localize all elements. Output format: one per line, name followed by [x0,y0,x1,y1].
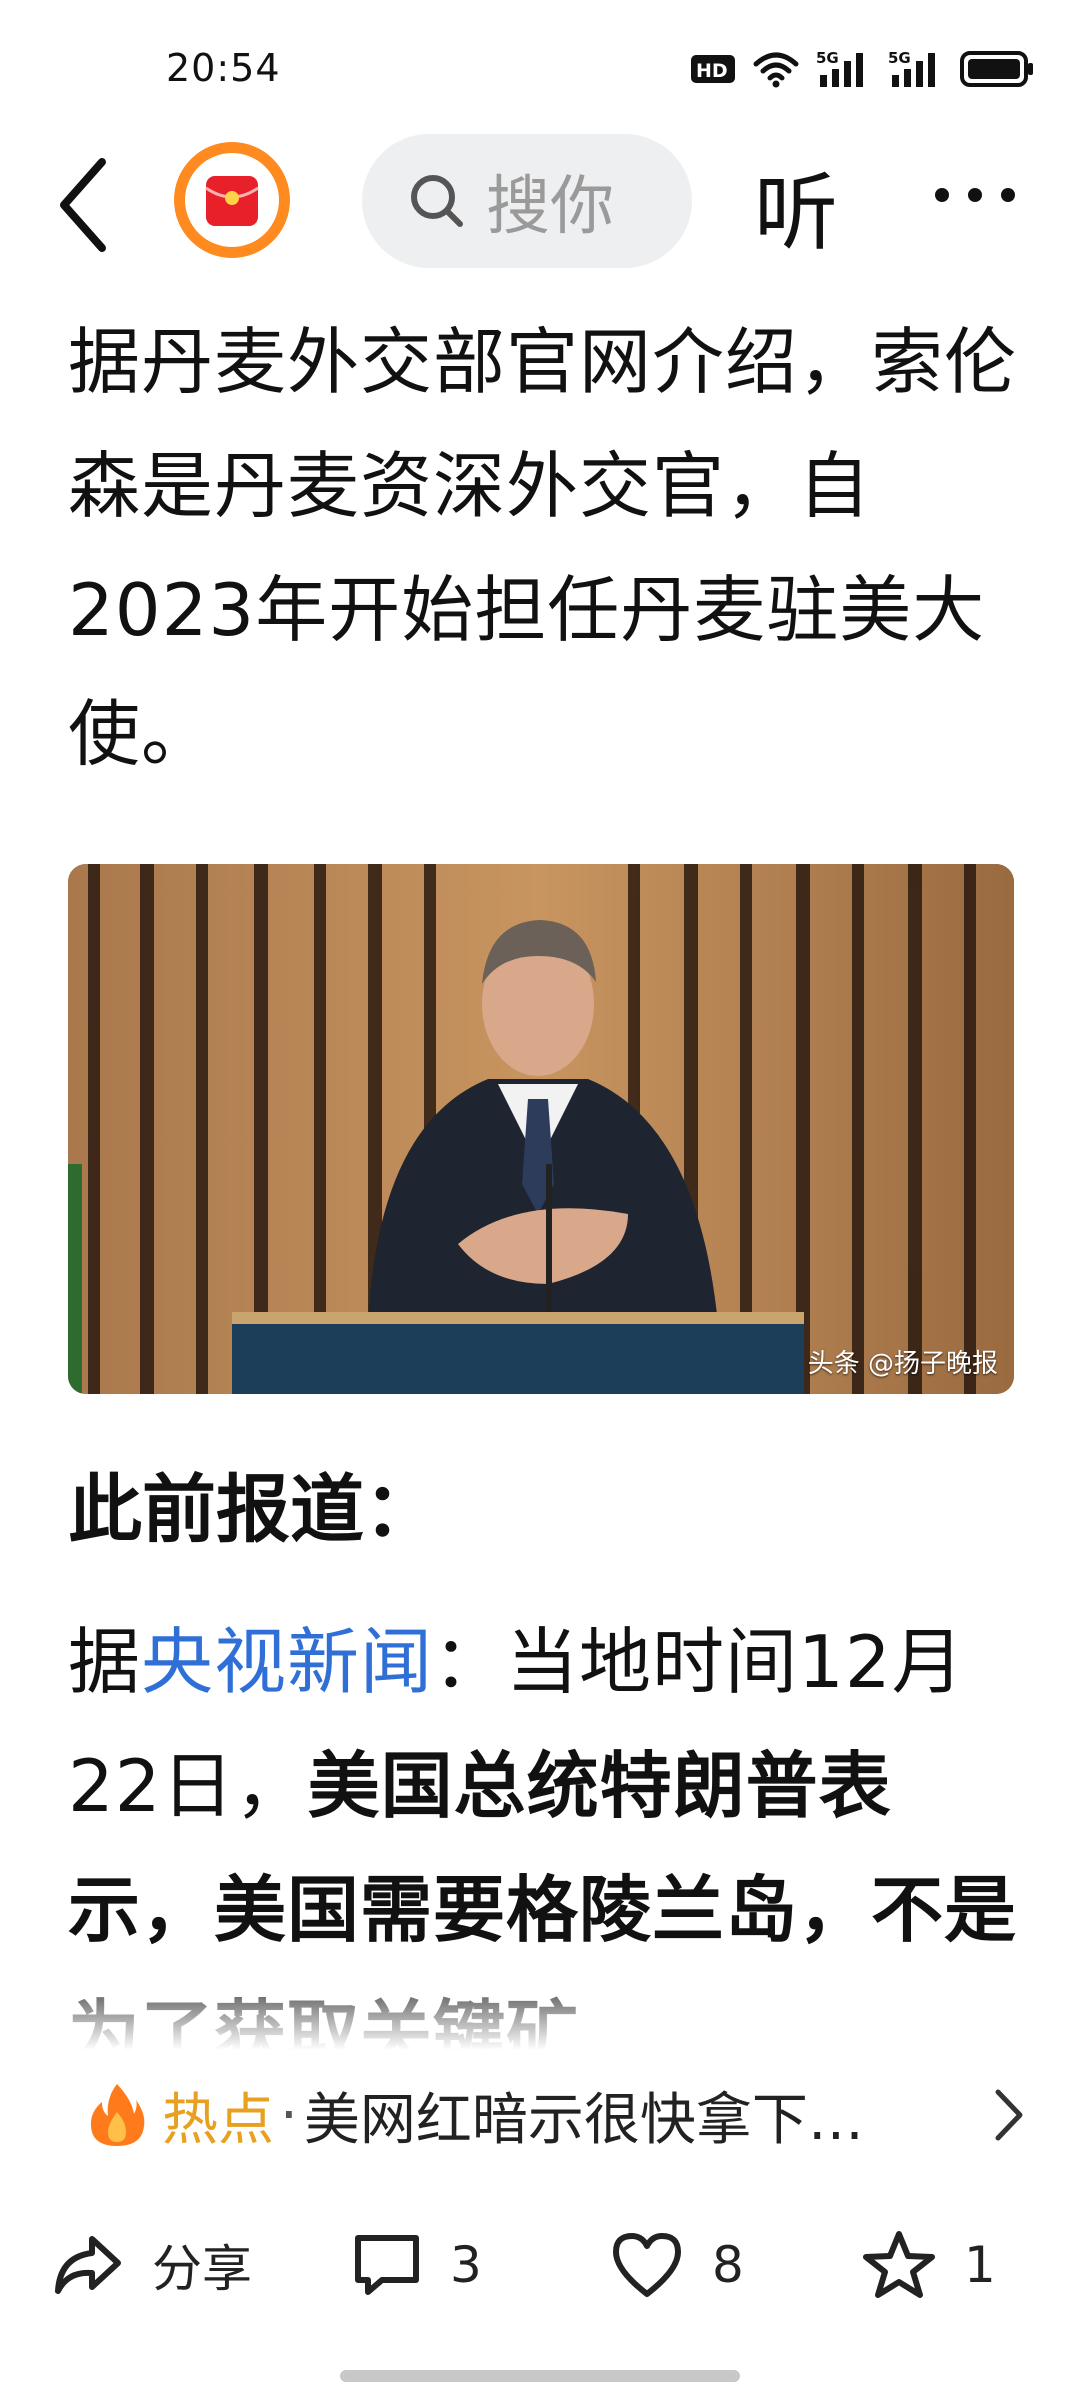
paragraph-prefix: 据 [68,1620,142,1704]
battery-icon [960,51,1033,87]
like-count: 8 [712,2236,744,2294]
share-button[interactable]: 分享 [52,2210,252,2320]
like-button[interactable]: 8 [610,2210,744,2320]
status-time: 20:54 [166,46,281,90]
back-button[interactable] [50,150,120,260]
svg-text:HD: HD [696,60,728,82]
heart-icon [613,2233,681,2297]
favorite-button[interactable]: 1 [862,2210,996,2320]
source-link[interactable]: 央视新闻 [141,1620,433,1704]
hd-icon: HD [691,55,735,83]
listen-button[interactable]: 听 [754,146,838,267]
hot-label: 热点 [162,2087,274,2153]
svg-text:5G: 5G [816,49,839,67]
comment-count: 3 [450,2236,482,2294]
hot-headline: 美网红暗示很快拿下… [303,2087,864,2153]
red-envelope-logo-icon[interactable] [170,138,294,262]
share-label: 分享 [152,2240,252,2298]
hot-separator: · [280,2082,298,2148]
favorite-count: 1 [964,2236,996,2294]
hot-topic-bar[interactable]: 热点 · 美网红暗示很快拿下… [0,2060,1080,2170]
article-photo[interactable]: 头条 @扬子晚报 [68,864,1014,1394]
more-dots-icon[interactable] [930,180,1020,210]
action-bar: 分享 3 8 1 [0,2210,1080,2320]
speaker-at-podium-photo [68,864,1014,1394]
svg-text:5G: 5G [888,49,911,67]
article-paragraph: 据丹麦外交部官网介绍，索伦森是丹麦资深外交官，自2023年开始担任丹麦驻美大使。 [68,320,1018,776]
chevron-right-icon [995,2089,1023,2141]
photo-watermark: 头条 @扬子晚报 [807,1349,998,1379]
home-indicator[interactable] [340,2370,740,2382]
search-placeholder: 搜你 [486,170,614,244]
wifi-icon [753,52,799,88]
comment-button[interactable]: 3 [352,2210,482,2320]
star-icon [863,2231,935,2298]
comment-icon [355,2235,419,2295]
section-heading: 此前报道： [68,1467,438,1553]
signal-5g-icon: 5G [816,49,863,87]
signal-5g-icon: 5G [888,49,935,87]
status-icons: HD 5G 5G [690,44,1034,94]
share-icon [55,2236,121,2294]
search-input[interactable]: 搜你 [362,134,692,268]
flame-icon [90,2084,145,2146]
search-icon [411,175,463,227]
